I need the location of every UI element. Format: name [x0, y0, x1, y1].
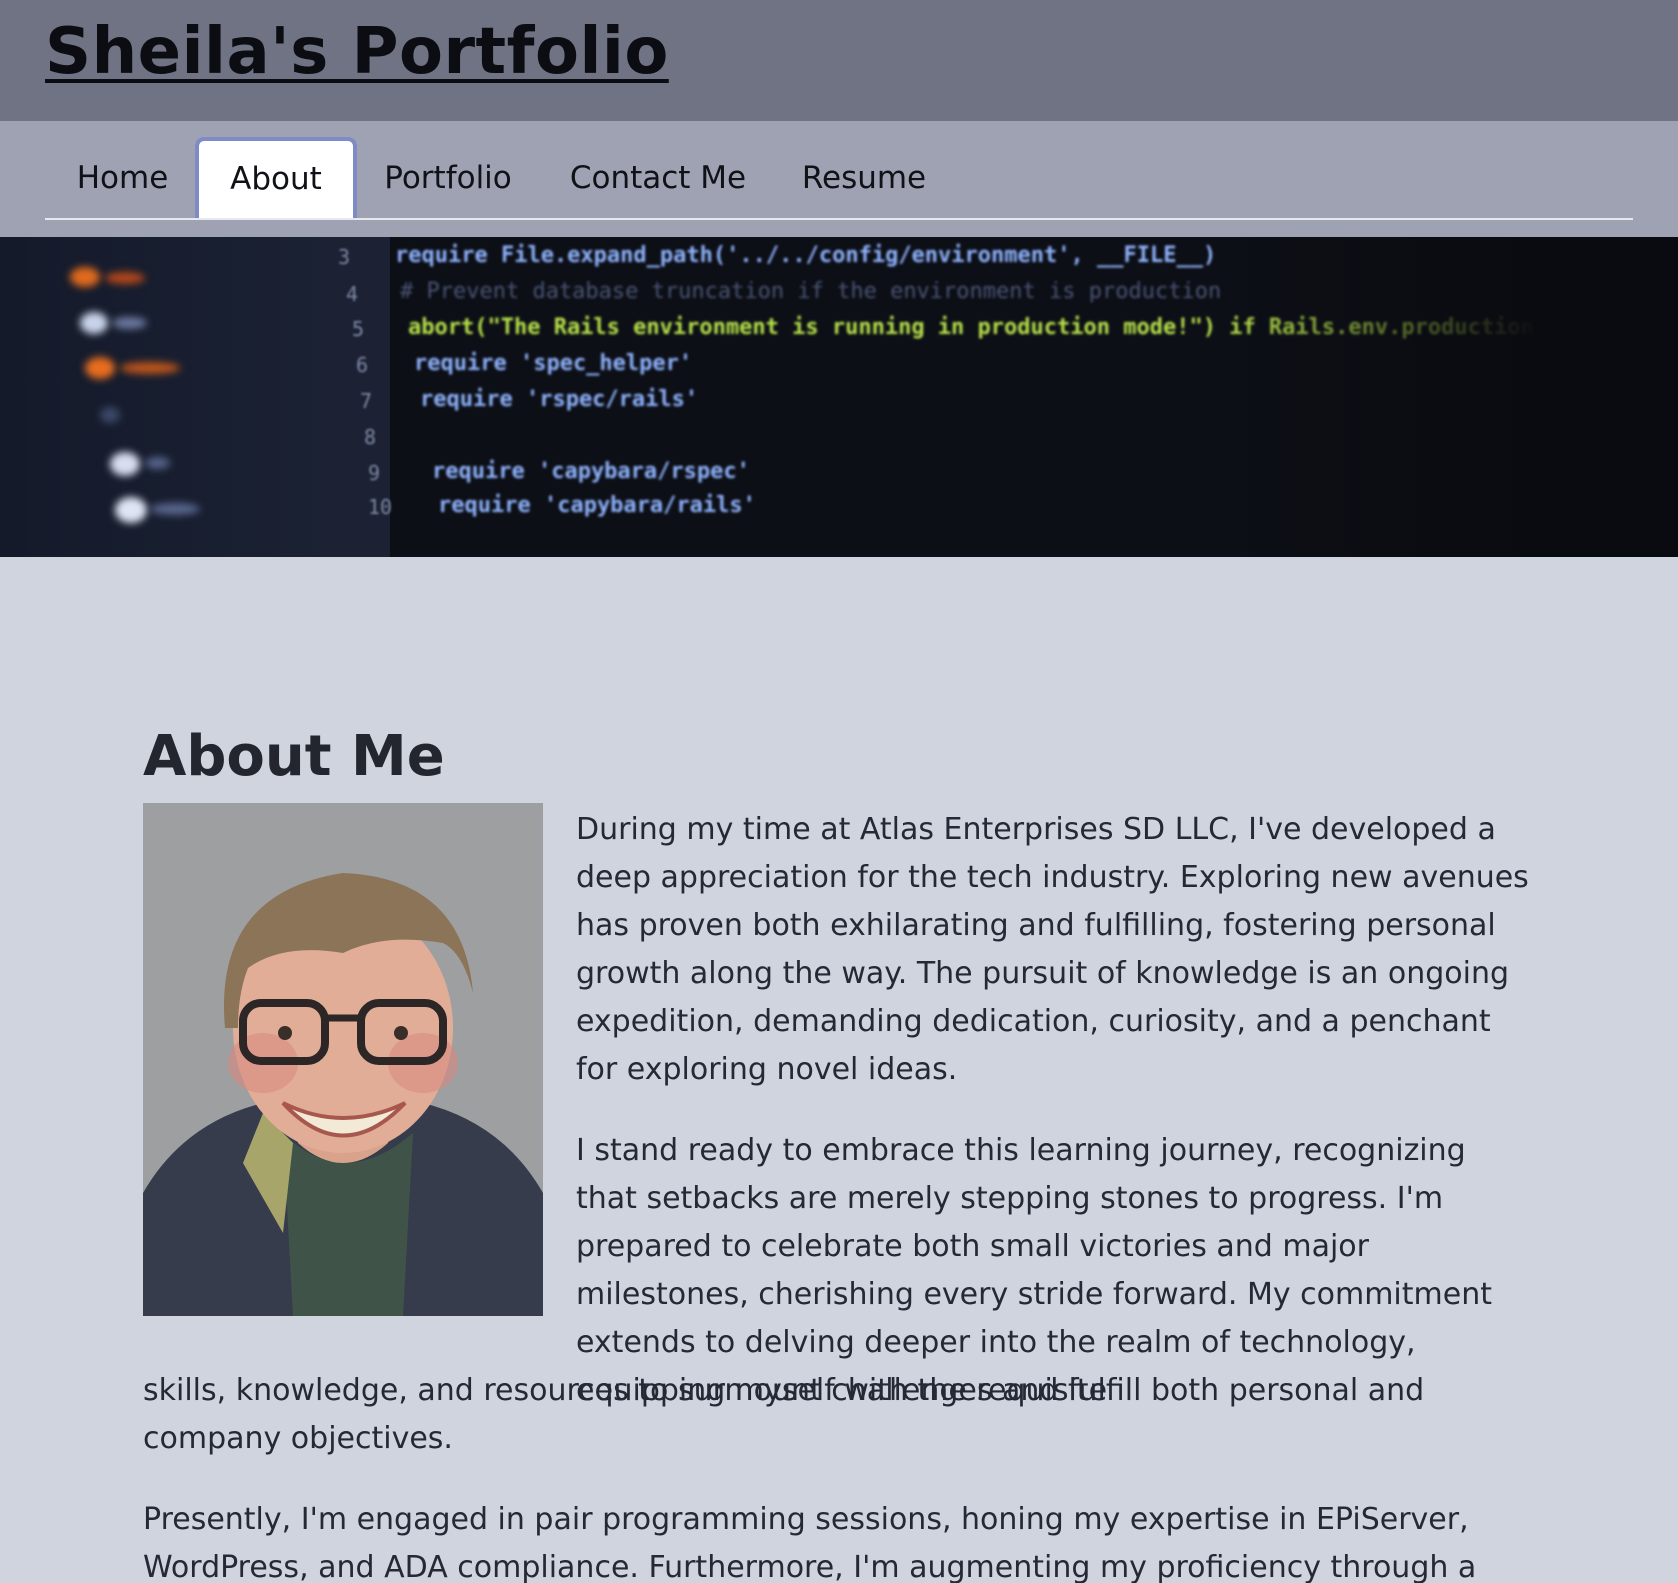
nav-home[interactable]: Home: [60, 137, 185, 219]
hero-code-line: require File.expand_path('../../config/e…: [395, 243, 1217, 268]
main-nav: Home About Portfolio Contact Me Resume: [0, 121, 1678, 237]
hero-code-line: require 'capybara/rspec': [432, 459, 750, 484]
nav-contact-me[interactable]: Contact Me: [562, 137, 754, 219]
nav-portfolio[interactable]: Portfolio: [372, 137, 524, 219]
about-paragraph-3: Presently, I'm engaged in pair programmi…: [143, 1502, 1477, 1583]
hero-code-line: require 'capybara/rails': [438, 493, 756, 518]
nav-divider: [45, 218, 1633, 220]
site-header: Sheila's Portfolio: [0, 0, 1678, 121]
about-paragraph-2-continued: skills, knowledge, and resources to surm…: [143, 1373, 1425, 1456]
hero-code-line: require 'spec_helper': [414, 351, 693, 376]
site-title-link[interactable]: Sheila's Portfolio: [45, 12, 669, 92]
about-paragraph-1: During my time at Atlas Enterprises SD L…: [576, 812, 1529, 1087]
about-heading: About Me: [143, 724, 445, 789]
hero-banner-image: 3 4 5 6 7 8 9 10 require File.expand_pat…: [0, 237, 1678, 557]
profile-photo: [143, 803, 543, 1316]
nav-resume[interactable]: Resume: [791, 137, 937, 219]
hero-editor-sidebar: [0, 237, 340, 557]
nav-about[interactable]: About: [195, 137, 357, 219]
hero-code-line: # Prevent database truncation if the env…: [400, 279, 1222, 304]
hero-line-gutter: 3 4 5 6 7 8 9 10: [320, 237, 392, 557]
hero-code-line: require 'rspec/rails': [420, 387, 699, 412]
